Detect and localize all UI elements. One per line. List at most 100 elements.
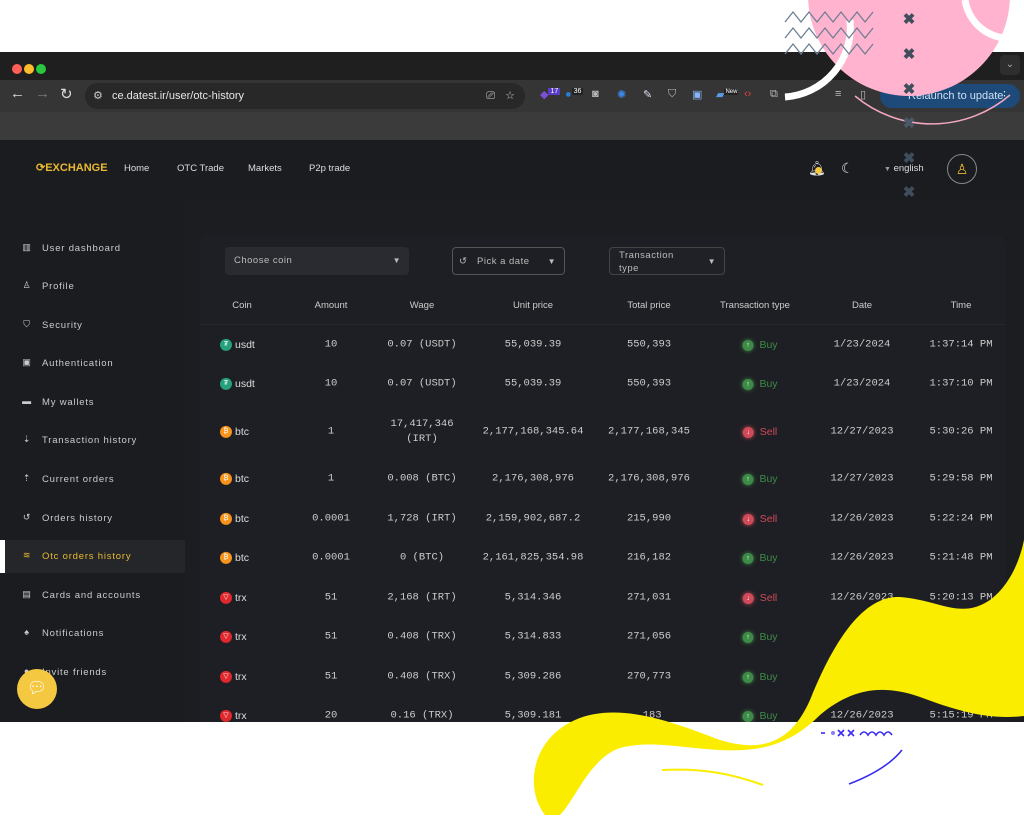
- user-avatar[interactable]: ♙: [947, 14, 977, 44]
- unit-cell: 55,039.39: [504, 377, 562, 390]
- card-icon: ▤: [22, 589, 32, 599]
- total-cell: 271,056: [626, 630, 672, 643]
- arrow-up-icon: ↑: [742, 339, 754, 351]
- date-picker[interactable]: ↺Pick a date▼: [452, 247, 565, 275]
- coin-cell: ₿btc: [220, 552, 249, 565]
- user-icon: ♙: [22, 280, 32, 290]
- column-header-total-price: Total price: [627, 300, 671, 311]
- total-cell: 270,773: [626, 670, 672, 683]
- wage-cell: 0.16 (TRX): [390, 709, 454, 722]
- logo[interactable]: ⟳EXCHANGE: [36, 21, 108, 34]
- btc-coin-icon: ₿: [220, 473, 232, 486]
- zigzag-decoration: [784, 10, 874, 56]
- extensions-puzzle-icon[interactable]: ⧉: [770, 88, 778, 101]
- screen-capture-icon[interactable]: ▣: [692, 88, 702, 101]
- total-cell: …183: [636, 709, 662, 722]
- time-cell: 5:21:48 PM: [929, 551, 993, 564]
- user-icon: ♙: [955, 21, 969, 37]
- sidebar-item-authentication[interactable]: ▣Authentication: [0, 347, 185, 380]
- total-cell: 271,031: [626, 591, 672, 604]
- transaction-type-select[interactable]: Transaction type▼: [609, 247, 725, 275]
- sidebar-item-orders-history[interactable]: ↺Orders history: [0, 502, 185, 535]
- close-window-button[interactable]: [12, 64, 22, 74]
- side-panel-icon[interactable]: ▯: [860, 88, 866, 101]
- tab-search-button[interactable]: ⌄: [1000, 55, 1020, 75]
- relaunch-button[interactable]: Relaunch to update ⋮: [880, 84, 1020, 108]
- amount-cell: 10: [324, 377, 338, 390]
- nav-otc-trade[interactable]: OTC Trade: [177, 163, 224, 174]
- total-cell: 215,990: [626, 512, 672, 525]
- id-badge-icon: ▣: [22, 357, 32, 367]
- camera-extension-icon[interactable]: ◙: [592, 88, 599, 100]
- amount-cell: 10: [324, 338, 338, 351]
- sell-badge: ↓Sell: [742, 513, 777, 525]
- nav-home[interactable]: Home: [124, 23, 149, 34]
- nav-markets[interactable]: Markets: [248, 23, 282, 34]
- eyedropper-icon[interactable]: ✎: [643, 88, 652, 101]
- shield-extension-icon[interactable]: ⛉: [668, 88, 676, 101]
- language-select[interactable]: ▼ english: [884, 23, 924, 34]
- install-icon[interactable]: ⎚: [486, 83, 495, 109]
- dark-mode-moon-icon[interactable]: ☾: [841, 160, 854, 177]
- minimize-window-button[interactable]: [24, 64, 34, 74]
- address-bar[interactable]: ⚙ ce.datest.ir/user/otc-history ⎚ ☆: [85, 83, 525, 109]
- back-icon[interactable]: ←: [10, 85, 25, 102]
- sidebar-item-current-orders[interactable]: ⇡Current orders: [0, 463, 185, 496]
- nav-p2p-trade[interactable]: P2p trade: [309, 163, 350, 174]
- sidebar-item-security[interactable]: ⛉Security: [0, 309, 185, 342]
- app-page: ⟳EXCHANGE Home OTC Trade Markets P2p tra…: [0, 140, 1024, 722]
- date-cell: 12/26/2023: [830, 512, 894, 525]
- sidebar-item-otc-orders-history[interactable]: ≋Otc orders history: [0, 540, 185, 573]
- user-avatar[interactable]: ♙: [947, 154, 977, 184]
- extension-icon[interactable]: ◆ 17: [540, 88, 561, 101]
- bookmark-star-icon[interactable]: ☆: [505, 83, 515, 109]
- nav-home[interactable]: Home: [124, 163, 149, 174]
- nav-markets[interactable]: Markets: [248, 163, 282, 174]
- extension-icon[interactable]: ✺: [617, 88, 626, 101]
- btc-coin-icon: ₿: [220, 426, 232, 439]
- caret-down-icon: ▼: [392, 256, 401, 265]
- site-settings-icon[interactable]: ⚙: [93, 83, 103, 109]
- sell-badge: ↓Sell: [742, 592, 777, 604]
- sell-badge: ↓Sell: [742, 426, 777, 438]
- coin-cell: ▽trx: [220, 631, 247, 644]
- maximize-window-button[interactable]: [36, 64, 46, 74]
- notification-bell-icon[interactable]: 🔔︎: [808, 160, 826, 177]
- chat-support-button[interactable]: 💬︎: [17, 669, 57, 709]
- coin-cell: ▽trx: [220, 671, 247, 684]
- nav-otc-trade[interactable]: OTC Trade: [177, 23, 224, 34]
- history-icon: ↺: [459, 256, 468, 267]
- language-select[interactable]: ▼ english: [884, 163, 924, 174]
- wallet-icon: ▬: [22, 396, 32, 406]
- dark-mode-moon-icon[interactable]: ☾: [841, 20, 854, 37]
- nav-p2p-trade[interactable]: P2p trade: [309, 23, 350, 34]
- time-cell: 5:15:19 PM: [929, 709, 993, 722]
- coin-cell: ₿btc: [220, 473, 249, 486]
- media-icon[interactable]: ≡: [835, 88, 841, 100]
- column-header-transaction-type: Transaction type: [720, 300, 790, 311]
- sidebar-item-my-wallets[interactable]: ▬My wallets: [0, 386, 185, 419]
- notification-bell-icon[interactable]: 🔔︎: [808, 20, 826, 37]
- top-header: ⟳EXCHANGE Home OTC Trade Markets P2p tra…: [0, 0, 1024, 60]
- choose-coin-select[interactable]: Choose coin▼: [225, 247, 409, 275]
- reload-icon[interactable]: ↻: [60, 85, 73, 103]
- column-header-wage: Wage: [409, 300, 435, 311]
- column-header-coin: Coin: [232, 300, 252, 311]
- extension-icon[interactable]: ▰New: [716, 88, 739, 101]
- logo[interactable]: ⟳EXCHANGE: [36, 161, 108, 174]
- extension-icon[interactable]: ● 36: [565, 88, 584, 101]
- sidebar-item-notifications[interactable]: ♠Notifications: [0, 617, 185, 650]
- code-icon[interactable]: ‹›: [744, 88, 751, 100]
- date-cell: 12/26/2023: [830, 551, 894, 564]
- sidebar-item-cards-and-accounts[interactable]: ▤Cards and accounts: [0, 579, 185, 612]
- forward-icon[interactable]: →: [35, 85, 50, 102]
- arrow-down-icon: ↓: [742, 592, 754, 604]
- wage-cell: 0.408 (TRX): [387, 630, 457, 643]
- menu-dots-icon[interactable]: ⋮: [999, 84, 1010, 108]
- unit-cell: 2,177,168,345.64: [482, 425, 584, 438]
- time-cell: 5:20:13 PM: [929, 591, 993, 604]
- sidebar-item-profile[interactable]: ♙Profile: [0, 270, 185, 303]
- unit-cell: 5,309.286: [504, 670, 562, 683]
- sidebar-item-transaction-history[interactable]: ⇣Transaction history: [0, 424, 185, 457]
- sidebar-item-user-dashboard[interactable]: ▥User dashboard: [0, 232, 185, 265]
